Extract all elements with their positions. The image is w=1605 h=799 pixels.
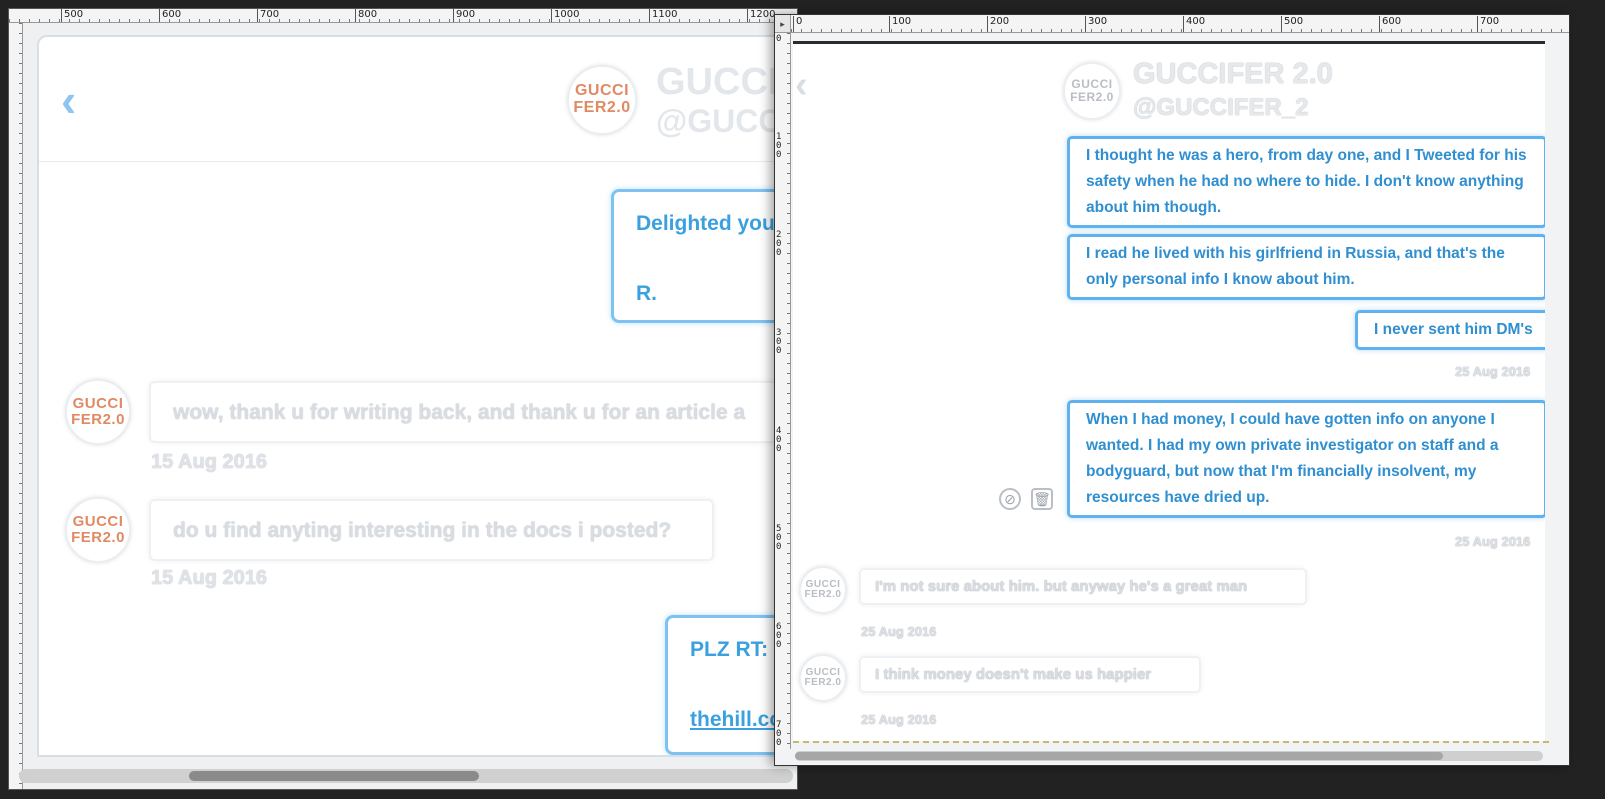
message-text: I read he lived with his girlfriend in R…	[1086, 245, 1505, 288]
ruler-corner-icon[interactable]: ▸	[775, 15, 791, 33]
ruler-mark: 400	[1183, 16, 1205, 32]
chevron-left-icon[interactable]: ‹	[795, 66, 808, 104]
scrollbar-thumb[interactable]	[795, 752, 1443, 760]
ruler-mark: 100	[776, 132, 782, 160]
avatar: GUCCI FER2.0	[65, 379, 131, 445]
message-text: R.	[636, 282, 657, 305]
message-text: wow, thank u for writing back, and thank…	[173, 401, 746, 424]
avatar-text: GUCCI	[574, 82, 630, 100]
message-date: 15 Aug 2016	[151, 451, 267, 473]
avatar: GUCCI FER2.0	[799, 654, 847, 702]
chat-canvas: ‹ GUCCI FER2.0 GUCCI @GUCCI Delighted yo…	[37, 35, 797, 757]
ruler-mark: 200	[776, 230, 782, 258]
message-text: PLZ RT:	[690, 638, 769, 661]
message-date: 25 Aug 2016	[1455, 534, 1531, 549]
message-text: I never sent him DM's	[1374, 321, 1533, 338]
sent-message-bubble: When I had money, I could have gotten in…	[1067, 400, 1545, 518]
received-message-bubble: I think money doesn't make us happier	[859, 656, 1201, 693]
vertical-ruler	[9, 23, 23, 789]
message-text: I thought he was a hero, from day one, a…	[1086, 147, 1527, 216]
sent-message-bubble: I thought he was a hero, from day one, a…	[1067, 136, 1545, 228]
screenshot-stage: 500 600 700 800 900 1000 1100 1200 ‹ GUC…	[0, 0, 1605, 799]
message-date: 25 Aug 2016	[861, 712, 937, 727]
message-text: I'm not sure about him. but anyway he's …	[875, 578, 1248, 595]
ruler-mark: 700	[1477, 16, 1499, 32]
message-link[interactable]: thehill.co	[690, 708, 782, 732]
message-date: 15 Aug 2016	[151, 567, 267, 589]
ruler-mark: 600	[776, 622, 782, 650]
sent-message-bubble: Delighted you R.	[611, 189, 795, 323]
horizontal-scrollbar[interactable]	[19, 769, 793, 783]
ruler-mark: 300	[1085, 16, 1107, 32]
received-message-bubble: I'm not sure about him. but anyway he's …	[859, 568, 1307, 605]
left-image-window: 500 600 700 800 900 1000 1100 1200 ‹ GUC…	[8, 8, 798, 790]
ruler-mark: 1100	[649, 9, 677, 22]
message-text: do u find anyting interesting in the doc…	[173, 519, 672, 542]
ruler-mark: 700	[257, 9, 279, 22]
message-text: I think money doesn't make us happier	[875, 666, 1152, 683]
message-text: When I had money, I could have gotten in…	[1086, 411, 1499, 506]
ruler-mark: 0	[776, 34, 782, 44]
scrollbar-thumb[interactable]	[189, 771, 479, 781]
ruler-mark: 500	[776, 524, 782, 552]
horizontal-ruler: 0 100 200 300 400 500 600 700	[791, 15, 1569, 33]
avatar-text: FER2.0	[804, 677, 842, 688]
ruler-mark: 800	[355, 9, 377, 22]
avatar-text: FER2.0	[71, 529, 125, 546]
ruler-mark: 200	[987, 16, 1009, 32]
avatar-text: GUCCI	[72, 395, 124, 413]
right-image-window: ▸ 0 100 200 300 400 500 600 700 0 100 20…	[774, 14, 1570, 766]
avatar: GUCCI FER2.0	[799, 566, 847, 614]
horizontal-scrollbar[interactable]	[795, 751, 1543, 761]
ruler-mark: 600	[1379, 16, 1401, 32]
chat-canvas: ‹ GUCCI FER2.0 GUCCIFER 2.0 @GUCCIFER_2 …	[793, 41, 1545, 741]
ruler-mark: 400	[776, 426, 782, 454]
avatar-text: FER2.0	[1070, 90, 1114, 104]
avatar-text: FER2.0	[71, 411, 125, 428]
sent-message-bubble: I read he lived with his girlfriend in R…	[1067, 234, 1545, 300]
ruler-mark: 700	[776, 720, 782, 748]
ruler-mark: 300	[776, 328, 782, 356]
profile-name: GUCCI	[656, 61, 779, 103]
message-date: 25 Aug 2016	[861, 624, 937, 639]
ruler-mark: 600	[159, 9, 181, 22]
received-message-bubble: do u find anyting interesting in the doc…	[149, 499, 714, 561]
chevron-left-icon[interactable]: ‹	[61, 77, 76, 123]
profile-handle: @GUCCIFER_2	[1133, 94, 1309, 121]
sent-message-bubble: I never sent him DM's	[1355, 310, 1545, 350]
ruler-mark: 100	[889, 16, 911, 32]
avatar: GUCCI FER2.0	[1063, 62, 1121, 120]
avatar-text: FER2.0	[804, 589, 842, 600]
avatar: GUCCI FER2.0	[567, 65, 637, 135]
profile-handle: @GUCCI	[656, 103, 791, 139]
message-text: Delighted you	[636, 212, 775, 235]
ruler-mark: 0	[793, 16, 802, 32]
vertical-ruler: 0 100 200 300 400 500 600 700	[775, 33, 791, 749]
message-date: 25 Aug 2016	[1455, 364, 1531, 379]
ruler-mark: 1200	[747, 9, 775, 22]
trash-icon[interactable]: 🗑	[1031, 488, 1053, 510]
profile-name: GUCCIFER 2.0	[1133, 58, 1333, 90]
received-message-bubble: wow, thank u for writing back, and thank…	[149, 381, 795, 443]
horizontal-ruler: 500 600 700 800 900 1000 1100 1200	[9, 9, 797, 23]
avatar-text: GUCCI	[72, 513, 124, 531]
avatar-text: FER2.0	[573, 99, 631, 116]
ruler-mark: 1000	[551, 9, 579, 22]
avatar: GUCCI FER2.0	[65, 497, 131, 563]
header-divider	[39, 161, 795, 162]
ruler-mark: 900	[453, 9, 475, 22]
block-icon[interactable]: ⊘	[999, 488, 1021, 510]
ruler-mark: 500	[1281, 16, 1303, 32]
selection-border	[793, 741, 1549, 743]
ruler-mark: 500	[61, 9, 83, 22]
